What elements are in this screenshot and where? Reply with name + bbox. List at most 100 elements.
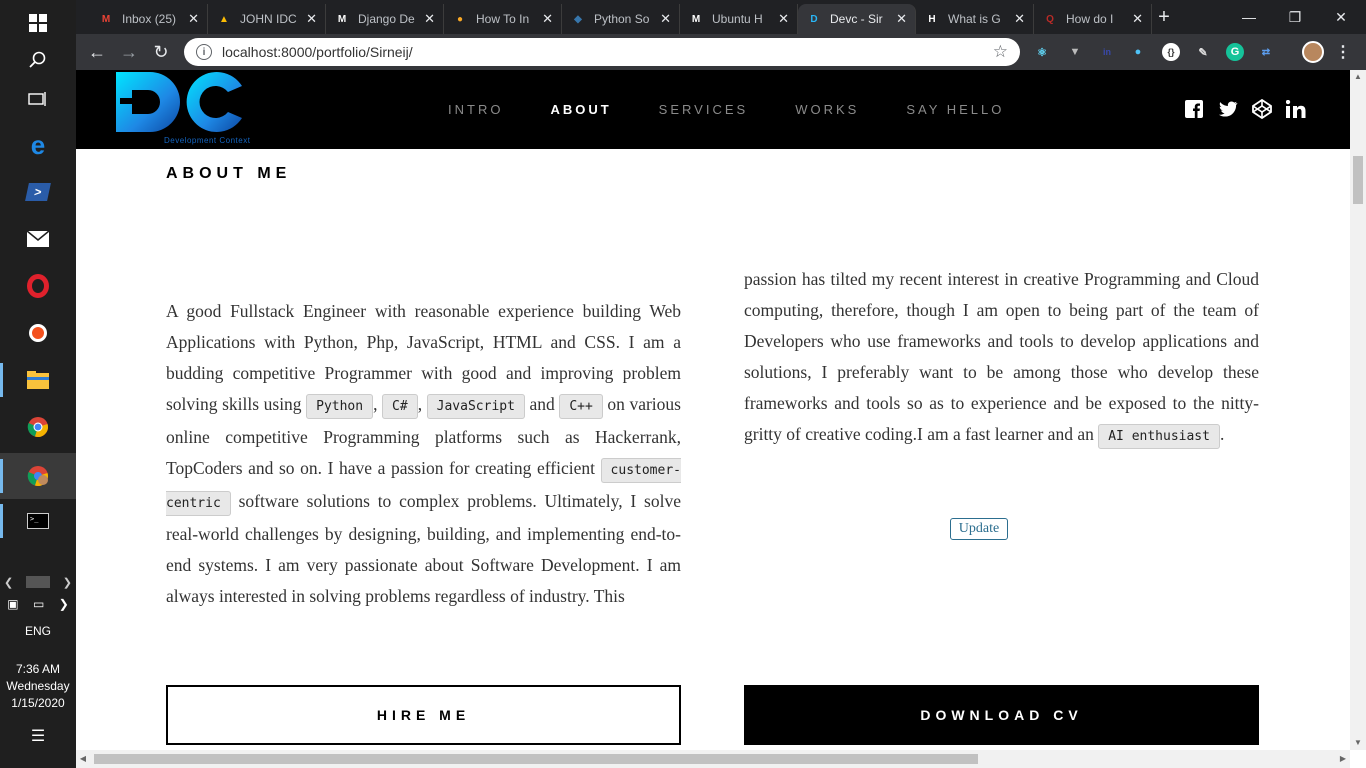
taskbar-scroller[interactable]: ❮ ❯ xyxy=(0,573,76,591)
linkedin-icon[interactable] xyxy=(1286,99,1306,119)
nav-link-say-hello[interactable]: SAY HELLO xyxy=(906,102,1004,117)
address-bar[interactable]: i localhost:8000/portfolio/Sirneij/ ☆ xyxy=(184,38,1020,66)
scroll-up-icon[interactable]: ▲ xyxy=(1350,70,1366,84)
howto-icon: ● xyxy=(456,13,464,25)
terminal-icon[interactable]: >_ xyxy=(0,498,76,544)
restore-button[interactable]: ❐ xyxy=(1272,0,1318,34)
hire-me-button[interactable]: HIRE ME xyxy=(166,685,681,745)
browser-tab[interactable]: M Django De ✕ xyxy=(326,4,444,34)
facebook-icon[interactable] xyxy=(1184,99,1204,119)
grammarly-icon[interactable]: G xyxy=(1226,43,1244,61)
close-tab-icon[interactable]: ✕ xyxy=(188,11,199,27)
nav-link-about[interactable]: ABOUT xyxy=(550,102,611,117)
json-viewer-icon[interactable]: {} xyxy=(1162,43,1180,61)
scroll-down-icon[interactable]: ▼ xyxy=(1350,736,1366,750)
separator: , xyxy=(417,394,427,414)
opera-icon[interactable] xyxy=(0,263,76,309)
social-links xyxy=(1184,99,1306,119)
system-tray: ▣ ▭ ❯ xyxy=(0,594,76,614)
chrome-profile-icon[interactable] xyxy=(0,453,76,499)
chevron-right-icon[interactable]: ❯ xyxy=(63,576,72,589)
vue-devtools-icon[interactable]: ▼ xyxy=(1066,43,1084,61)
browser-tab[interactable]: Q How do I ✕ xyxy=(1034,4,1152,34)
battery-icon[interactable]: ▭ xyxy=(33,597,44,611)
new-tab-button[interactable]: + xyxy=(1152,6,1176,30)
close-window-button[interactable]: ✕ xyxy=(1318,0,1364,34)
tab-title: How To In xyxy=(476,12,530,26)
nav-link-intro[interactable]: INTRO xyxy=(448,102,503,117)
ubuntu-icon[interactable] xyxy=(0,310,76,356)
vertical-scroll-thumb[interactable] xyxy=(1353,156,1363,204)
separator: and xyxy=(524,394,560,414)
browser-tab[interactable]: M Inbox (25) ✕ xyxy=(90,4,208,34)
reload-button[interactable]: ↻ xyxy=(148,40,174,64)
menu-kebab-icon[interactable]: ⋮ xyxy=(1334,43,1352,61)
chevron-right-icon[interactable]: ❯ xyxy=(59,597,69,611)
close-tab-icon[interactable]: ✕ xyxy=(542,11,553,27)
close-tab-icon[interactable]: ✕ xyxy=(1014,11,1025,27)
about-paragraph-part: software solutions to complex problems. … xyxy=(166,491,681,606)
browser-tab[interactable]: M Ubuntu H ✕ xyxy=(680,4,798,34)
bookmark-star-icon[interactable]: ☆ xyxy=(993,42,1008,62)
site-info-icon[interactable]: i xyxy=(196,44,212,60)
profile-avatar[interactable] xyxy=(1302,41,1324,63)
react-devtools-icon[interactable]: ⚛ xyxy=(1033,43,1051,61)
about-paragraph-part: passion has tilted my recent interest in… xyxy=(744,269,1259,444)
horizontal-scroll-thumb[interactable] xyxy=(94,754,978,764)
network-icon[interactable]: ▣ xyxy=(7,597,18,611)
about-text-right: passion has tilted my recent interest in… xyxy=(744,264,1259,452)
browser-tab[interactable]: ▲ JOHN IDC ✕ xyxy=(208,4,326,34)
skill-tag: AI enthusiast xyxy=(1098,424,1220,449)
url-text[interactable]: localhost:8000/portfolio/Sirneij/ xyxy=(222,44,993,60)
system-clock[interactable]: 7:36 AM Wednesday 1/15/2020 xyxy=(0,661,76,712)
minimize-button[interactable]: — xyxy=(1226,0,1272,34)
extension-icon[interactable]: in xyxy=(1098,43,1116,61)
browser-tab[interactable]: D Devc - Sir ✕ xyxy=(798,4,916,34)
link-extension-icon[interactable]: ⇄ xyxy=(1257,43,1275,61)
site-logo[interactable]: Development Context xyxy=(114,70,254,148)
forward-button[interactable]: → xyxy=(116,40,142,64)
codepen-icon[interactable] xyxy=(1252,99,1272,119)
task-view-icon[interactable] xyxy=(0,76,76,122)
vertical-scrollbar[interactable]: ▲ ▼ xyxy=(1350,70,1366,750)
tab-title: How do I xyxy=(1066,12,1114,26)
medium-icon: M xyxy=(691,13,701,25)
mail-icon[interactable] xyxy=(0,216,76,262)
nav-link-services[interactable]: SERVICES xyxy=(659,102,749,117)
skill-tag: C++ xyxy=(559,394,603,419)
download-cv-button[interactable]: DOWNLOAD CV xyxy=(744,685,1259,745)
notification-center-icon[interactable]: ☰ xyxy=(0,726,76,746)
close-tab-icon[interactable]: ✕ xyxy=(306,11,317,27)
file-explorer-icon[interactable] xyxy=(0,357,76,403)
browser-toolbar: ← → ↻ i localhost:8000/portfolio/Sirneij… xyxy=(76,34,1366,70)
close-tab-icon[interactable]: ✕ xyxy=(1132,11,1143,27)
browser-tab[interactable]: ● How To In ✕ xyxy=(444,4,562,34)
tab-title: Devc - Sir xyxy=(830,12,883,26)
tab-title: JOHN IDC xyxy=(240,12,297,26)
clock-date: 1/15/2020 xyxy=(11,696,65,710)
browser-window: M Inbox (25) ✕ ▲ JOHN IDC ✕ M Django De ✕ ● How To… xyxy=(76,0,1366,768)
browser-tab[interactable]: ◆ Python So ✕ xyxy=(562,4,680,34)
edge-icon[interactable]: e xyxy=(0,122,76,168)
scroll-left-icon[interactable]: ◀ xyxy=(76,750,90,768)
taskbar-scroll-thumb[interactable] xyxy=(26,576,50,588)
close-tab-icon[interactable]: ✕ xyxy=(424,11,435,27)
back-button[interactable]: ← xyxy=(84,40,110,64)
powershell-icon[interactable]: > xyxy=(0,169,76,215)
close-tab-icon[interactable]: ✕ xyxy=(778,11,789,27)
scroll-right-icon[interactable]: ▶ xyxy=(1336,750,1350,768)
quora-icon: Q xyxy=(1046,13,1054,25)
twitter-icon[interactable] xyxy=(1218,99,1238,119)
skill-tag: C# xyxy=(382,394,418,419)
nav-link-works[interactable]: WORKS xyxy=(795,102,859,117)
chrome-icon[interactable] xyxy=(0,404,76,450)
chat-extension-icon[interactable]: ● xyxy=(1129,43,1147,61)
close-tab-icon[interactable]: ✕ xyxy=(660,11,671,27)
close-tab-icon[interactable]: ✕ xyxy=(896,11,907,27)
input-language[interactable]: ENG xyxy=(0,624,76,638)
chevron-left-icon[interactable]: ❮ xyxy=(4,576,13,589)
browser-tab[interactable]: H What is G ✕ xyxy=(916,4,1034,34)
horizontal-scrollbar[interactable]: ◀ ▶ xyxy=(76,750,1350,768)
update-button[interactable]: Update xyxy=(950,518,1008,540)
pen-extension-icon[interactable]: ✎ xyxy=(1194,43,1212,61)
